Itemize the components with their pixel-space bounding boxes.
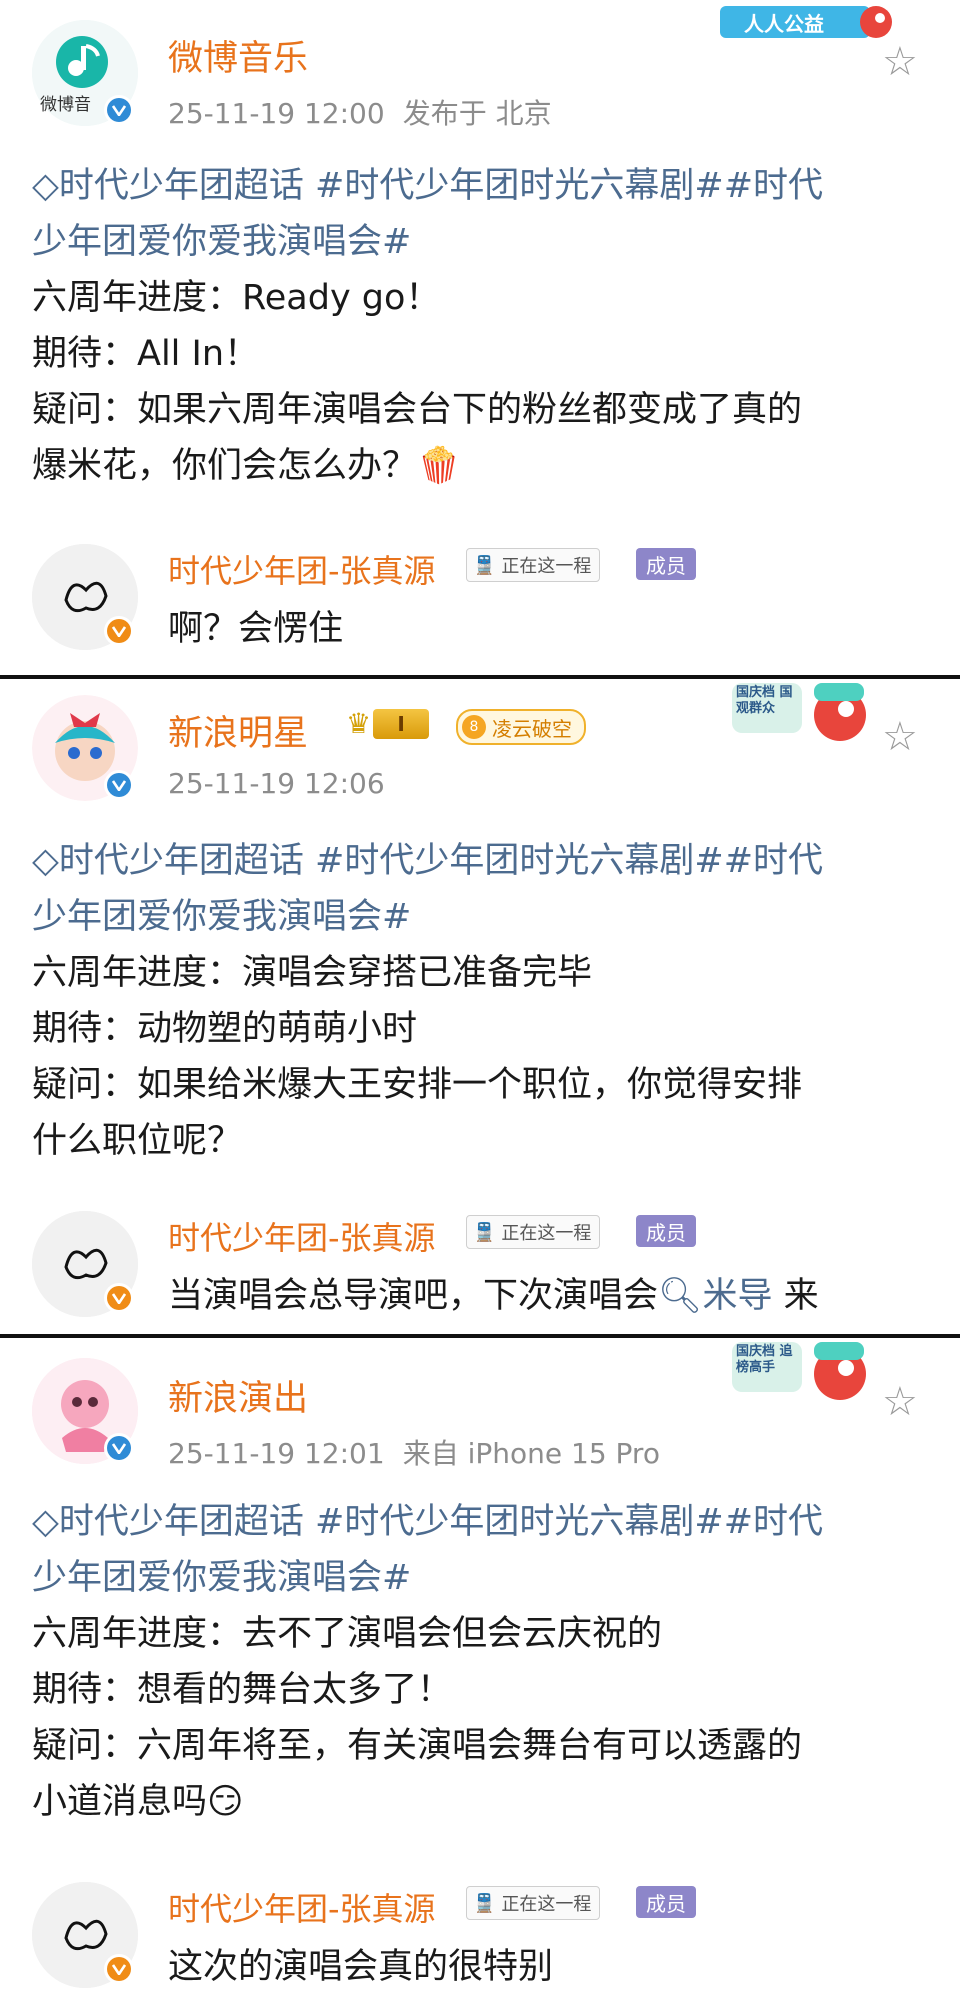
avatar-label: 微博音 xyxy=(40,95,91,115)
body-line: 期待：想看的舞台太多了！ xyxy=(32,1670,453,1710)
body-line: 期待：动物塑的萌萌小时 xyxy=(32,1009,418,1049)
journey-tag[interactable]: 🚆 正在这一程 xyxy=(466,1886,601,1920)
train-icon: 🚆 xyxy=(473,554,496,576)
supertopic-diamond-icon: ◇ xyxy=(32,841,59,881)
verified-v-icon xyxy=(112,1443,126,1454)
train-icon: 🚆 xyxy=(473,1892,496,1914)
verified-badge xyxy=(104,1433,134,1463)
post-meta: 25-11-19 12:06 xyxy=(168,767,403,800)
topic-line[interactable]: 少年团爱你爱我演唱会# xyxy=(32,214,932,270)
author-name[interactable]: 新浪明星 xyxy=(168,705,308,756)
body-line: 什么职位呢？ xyxy=(32,1121,243,1161)
vip-level: I xyxy=(373,708,430,739)
post-time: 25-11-19 12:01 xyxy=(168,1437,385,1470)
supertopic-diamond-icon: ◇ xyxy=(32,1502,59,1542)
verified-v-icon xyxy=(112,1293,126,1304)
author-name[interactable]: 微博音乐 xyxy=(168,30,308,81)
search-icon: 🔍︎ xyxy=(658,1276,703,1316)
author-avatar[interactable] xyxy=(32,1358,138,1464)
post-source: 来自 iPhone 15 Pro xyxy=(402,1437,660,1470)
reply-text: 啊？会愣住 xyxy=(168,609,344,649)
star-outline-icon[interactable]: ☆ xyxy=(882,1382,918,1422)
body-line: 疑问：六周年将至，有关演唱会舞台有可以透露的 xyxy=(32,1726,803,1766)
post-body: ◇时代少年团超话 #时代少年团时光六幕剧##时代 少年团爱你爱我演唱会# 六周年… xyxy=(32,1494,932,1830)
replier-avatar[interactable] xyxy=(32,1882,138,1988)
reply-text: 这次的演唱会真的很特别 xyxy=(168,1947,554,1987)
verified-v-icon xyxy=(112,780,126,791)
author-avatar[interactable] xyxy=(32,695,138,801)
verified-badge xyxy=(104,770,134,800)
corner-badge-text: 国庆档 国观群众 xyxy=(736,685,793,716)
search-link[interactable]: 🔍︎米导 xyxy=(658,1276,772,1316)
replier-avatar[interactable] xyxy=(32,544,138,650)
topic-line[interactable]: ◇时代少年团超话 #时代少年团时光六幕剧##时代 xyxy=(32,1494,932,1550)
body-line: 小道消息吗😏 xyxy=(32,1782,244,1822)
reply-row: 时代少年团-张真源 🚆 正在这一程 成员 啊？会愣住 xyxy=(0,540,960,650)
star-outline-icon[interactable]: ☆ xyxy=(882,717,918,757)
post-body: ◇时代少年团超话 #时代少年团时光六幕剧##时代 少年团爱你爱我演唱会# 六周年… xyxy=(32,158,932,494)
author-name[interactable]: 新浪演出 xyxy=(168,1370,308,1421)
verified-badge xyxy=(104,95,134,125)
verified-badge xyxy=(104,1954,134,1984)
post-source: 发布于 北京 xyxy=(402,97,552,130)
corner-badge: 国庆档 国观群众 xyxy=(730,679,880,749)
verified-badge xyxy=(104,1283,134,1313)
post-card-2: 新浪明星 ♛ I 8 凌云破空 25-11-19 12:06 国庆档 国观群众 ☆… xyxy=(0,679,960,1334)
corner-badge-text: 国庆档 追榜高手 xyxy=(736,1344,793,1375)
corner-badge-text: 人人公益 xyxy=(744,12,824,36)
post-meta: 25-11-19 12:01 来自 iPhone 15 Pro xyxy=(168,1432,678,1472)
star-outline-icon[interactable]: ☆ xyxy=(882,42,918,82)
body-line: 六周年进度：演唱会穿搭已准备完毕 xyxy=(32,953,593,993)
replier-avatar[interactable] xyxy=(32,1211,138,1317)
body-line: 六周年进度：去不了演唱会但会云庆祝的 xyxy=(32,1614,663,1654)
post-card-1: 微博音 微博音乐 25-11-19 12:00 发布于 北京 人人公益 ☆ ◇时代… xyxy=(0,0,960,675)
corner-badge: 人人公益 xyxy=(716,0,892,44)
topic-line[interactable]: ◇时代少年团超话 #时代少年团时光六幕剧##时代 xyxy=(32,158,932,214)
replier-name[interactable]: 时代少年团-张真源 xyxy=(168,546,436,592)
body-line: 疑问：如果六周年演唱会台下的粉丝都变成了真的 xyxy=(32,390,803,430)
member-badge: 成员 xyxy=(636,1886,696,1918)
verified-badge xyxy=(104,616,134,646)
author-avatar[interactable]: 微博音 xyxy=(32,20,138,126)
body-line: 六周年进度：Ready go！ xyxy=(32,278,441,318)
post-meta: 25-11-19 12:00 发布于 北京 xyxy=(168,92,570,132)
crown-icon: ♛ xyxy=(346,707,372,740)
honor-badge[interactable]: 8 凌云破空 xyxy=(456,709,586,745)
post-card-3: 新浪演出 25-11-19 12:01 来自 iPhone 15 Pro 国庆档 … xyxy=(0,1338,960,2012)
honor-level: 8 xyxy=(462,715,486,739)
post-time: 25-11-19 12:06 xyxy=(168,767,385,800)
member-badge: 成员 xyxy=(636,1215,696,1247)
vip-level-badge[interactable]: ♛ I xyxy=(346,707,430,740)
topic-line[interactable]: 少年团爱你爱我演唱会# xyxy=(32,889,932,945)
supertopic-diamond-icon: ◇ xyxy=(32,166,59,206)
topic-line[interactable]: 少年团爱你爱我演唱会# xyxy=(32,1550,932,1606)
post-body: ◇时代少年团超话 #时代少年团时光六幕剧##时代 少年团爱你爱我演唱会# 六周年… xyxy=(32,833,932,1169)
journey-tag[interactable]: 🚆 正在这一程 xyxy=(466,1215,601,1249)
body-line: 期待：All In！ xyxy=(32,334,260,374)
replier-name[interactable]: 时代少年团-张真源 xyxy=(168,1213,436,1259)
post-time: 25-11-19 12:00 xyxy=(168,97,385,130)
member-badge: 成员 xyxy=(636,548,696,580)
body-line: 疑问：如果给米爆大王安排一个职位，你觉得安排 xyxy=(32,1065,803,1105)
train-icon: 🚆 xyxy=(473,1221,496,1243)
verified-v-icon xyxy=(112,105,126,116)
journey-tag[interactable]: 🚆 正在这一程 xyxy=(466,548,601,582)
replier-name[interactable]: 时代少年团-张真源 xyxy=(168,1884,436,1930)
reply-row: 时代少年团-张真源 🚆 正在这一程 成员 这次的演唱会真的很特别 xyxy=(0,1878,960,1988)
reply-text: 当演唱会总导演吧，下次演唱会🔍︎米导 来 xyxy=(168,1276,819,1316)
corner-badge: 国庆档 追榜高手 xyxy=(730,1338,880,1408)
topic-line[interactable]: ◇时代少年团超话 #时代少年团时光六幕剧##时代 xyxy=(32,833,932,889)
body-line: 爆米花，你们会怎么办？🍿 xyxy=(32,446,461,486)
verified-v-icon xyxy=(112,1964,126,1975)
verified-v-icon xyxy=(112,626,126,637)
reply-row: 时代少年团-张真源 🚆 正在这一程 成员 当演唱会总导演吧，下次演唱会🔍︎米导 来 xyxy=(0,1207,960,1317)
